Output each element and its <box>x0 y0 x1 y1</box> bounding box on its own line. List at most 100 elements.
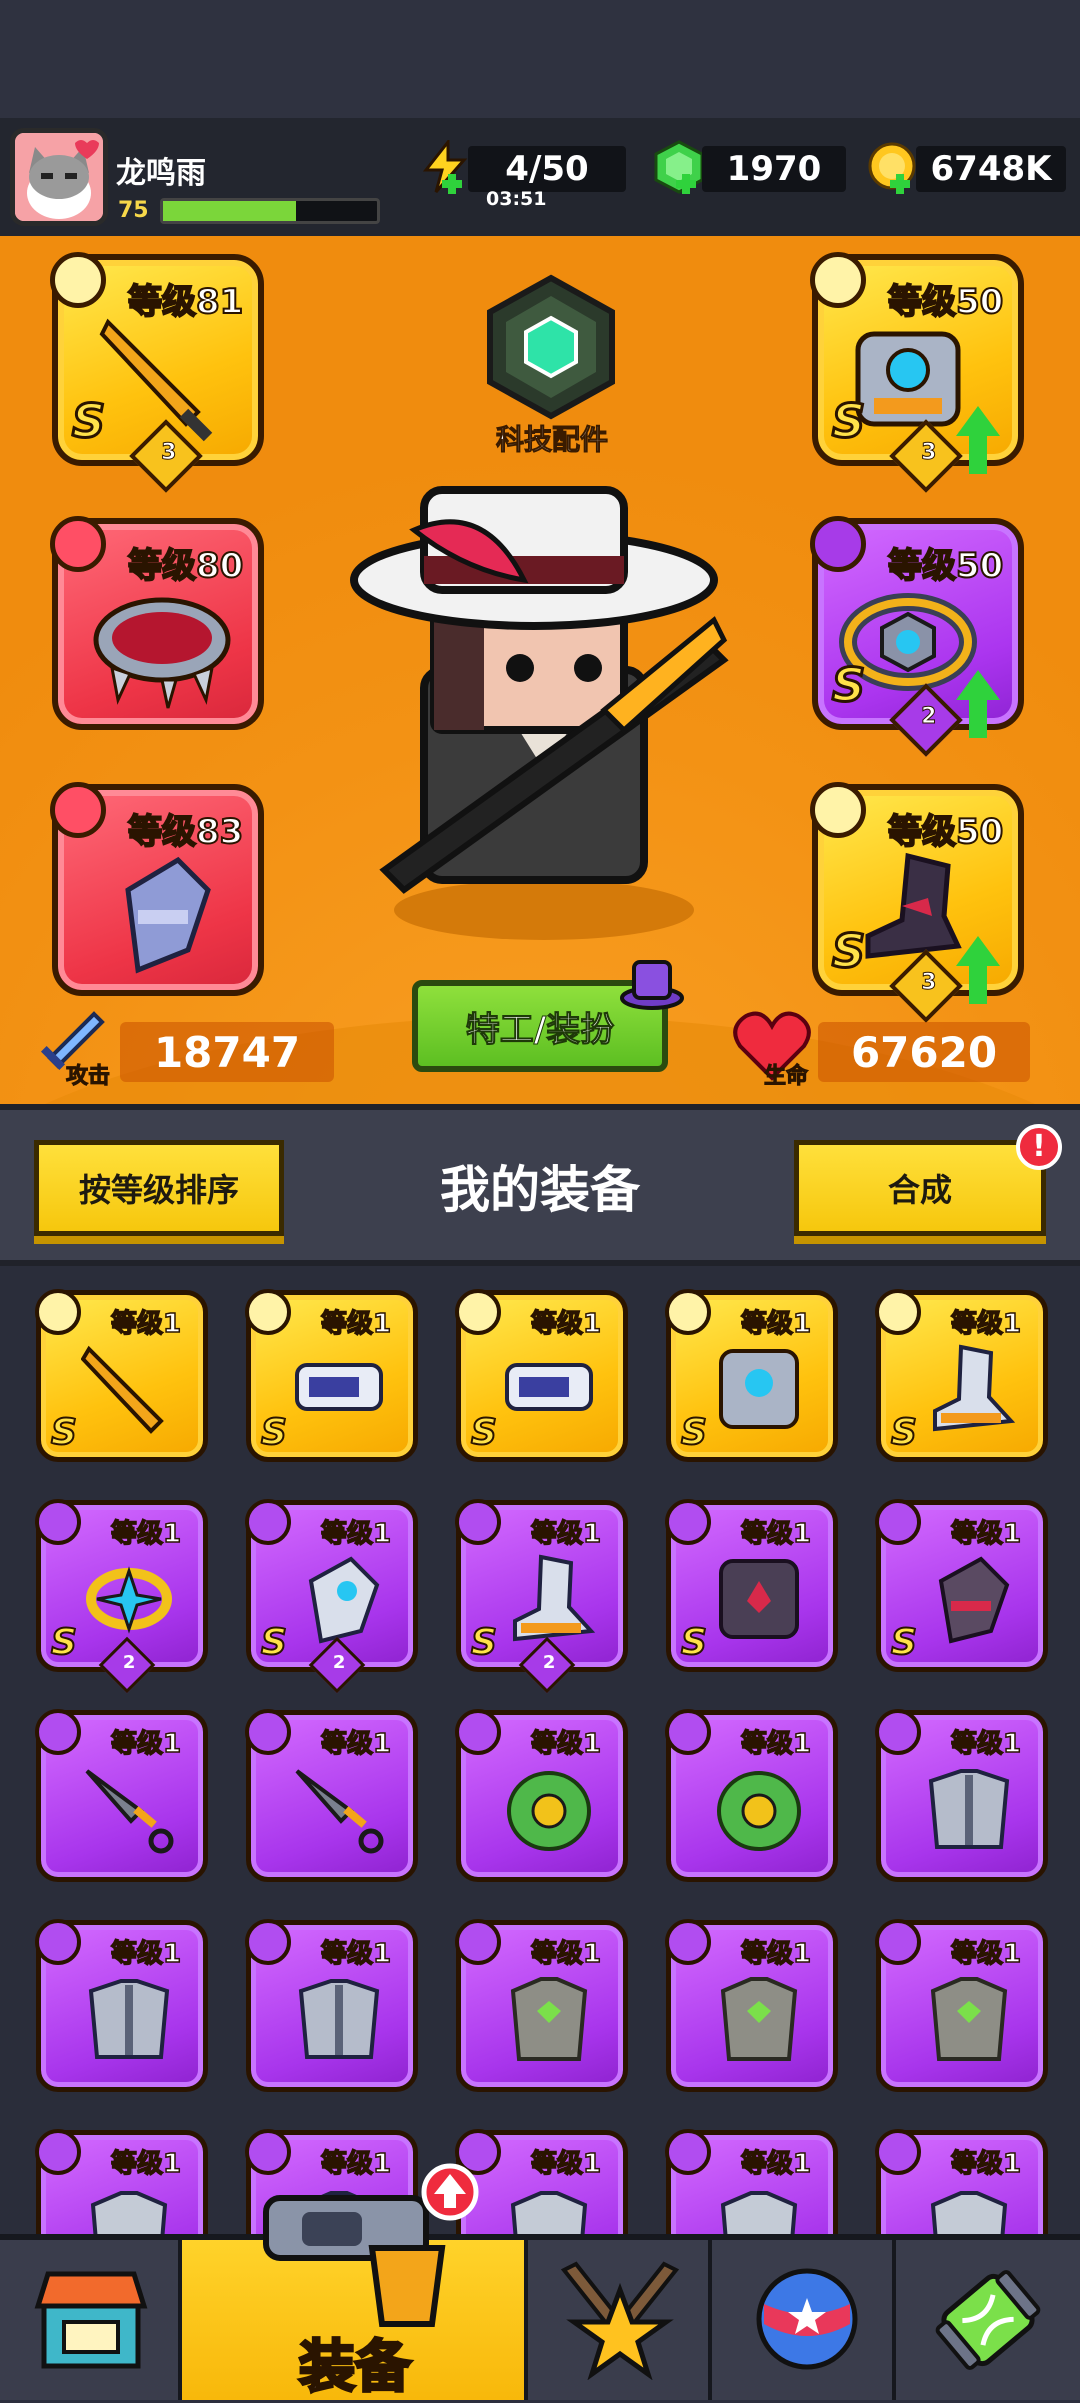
inventory-item[interactable]: 等级1 <box>35 1709 208 1882</box>
item-type-icon <box>35 2129 81 2175</box>
player-level: 75 <box>118 198 149 223</box>
inventory-item[interactable]: 等级1 <box>665 1919 838 2092</box>
inventory-item[interactable]: 等级1 S <box>665 1499 838 1672</box>
nav-tab-dna[interactable] <box>896 2240 1080 2400</box>
sort-by-level-button[interactable]: 按等级排序 <box>34 1140 284 1236</box>
energy-bolt-icon[interactable] <box>418 140 472 194</box>
boots-icon <box>933 1344 1016 1432</box>
stone-armor-icon <box>510 1977 588 2061</box>
item-level: 等级1 <box>530 2148 602 2180</box>
item-rank: S <box>680 1411 708 1454</box>
gem-value: 1970 <box>702 146 846 192</box>
item-type-icon <box>35 1919 81 1965</box>
my-equipment-title: 我的装备 <box>440 1161 640 1219</box>
inventory-item[interactable]: 等级1 <box>35 2129 208 2234</box>
gauntlet-icon <box>125 856 211 974</box>
tech-part-icon[interactable] <box>476 272 626 422</box>
player-name: 龙鸣雨 <box>116 156 206 191</box>
dark-armor-icon <box>719 1559 799 1639</box>
item-type-icon <box>665 1499 711 1545</box>
armor-icon <box>90 2191 168 2234</box>
equip-slot-boots[interactable]: 等级50 S 3 <box>810 782 1024 1023</box>
item-type-icon <box>665 1289 711 1335</box>
sword-icon <box>81 1345 164 1434</box>
item-type-icon <box>245 2129 291 2175</box>
item-level: 等级1 <box>740 1308 812 1340</box>
energy-timer: 03:51 <box>486 188 547 210</box>
inventory-item[interactable]: 等级1 S <box>875 1289 1048 1462</box>
slot-rank: S <box>830 923 866 980</box>
nav-tab-skills[interactable] <box>528 2240 712 2400</box>
robot-armor-icon <box>719 1349 799 1429</box>
item-type-icon <box>875 1289 921 1335</box>
item-type-icon <box>665 2129 711 2175</box>
gloves-type-icon <box>50 782 106 838</box>
item-type-icon <box>245 1919 291 1965</box>
merge-button[interactable]: 合成 <box>794 1140 1046 1236</box>
shop-icon <box>34 2271 148 2369</box>
item-level: 等级1 <box>530 1728 602 1760</box>
inventory-item[interactable]: 等级1 <box>35 1919 208 2092</box>
inventory-item[interactable]: 等级1 S 2 <box>35 1499 208 1694</box>
inventory-item[interactable]: 等级1 S 2 <box>245 1499 418 1694</box>
inventory-item[interactable]: 等级1 <box>875 2129 1048 2234</box>
attack-label: 攻击 <box>65 1064 111 1090</box>
item-level: 等级1 <box>950 1518 1022 1550</box>
tech-part-label: 科技配件 <box>495 423 608 457</box>
inventory-item[interactable]: 等级1 <box>245 1919 418 2092</box>
hp-label: 生命 <box>763 1064 809 1090</box>
equip-slot-gloves[interactable]: 等级83 <box>50 782 264 996</box>
xp-fill <box>163 201 296 221</box>
status-bar-area <box>0 0 1080 118</box>
item-type-icon <box>245 1289 291 1335</box>
equip-slot-necklace[interactable]: 等级80 <box>50 516 264 730</box>
gem-icon[interactable] <box>652 140 706 194</box>
inventory-item[interactable]: 等级1 <box>875 1919 1048 2092</box>
inventory-item[interactable]: 等级1 <box>665 1709 838 1882</box>
inventory-item[interactable]: 等级1 S <box>665 1289 838 1462</box>
inventory-item[interactable]: 等级1 <box>455 1709 628 1882</box>
nav-tab-ball[interactable] <box>712 2240 896 2400</box>
item-type-icon <box>35 1499 81 1545</box>
dark-gauntlet-icon <box>938 1556 1010 1644</box>
item-rank: S <box>260 1411 288 1454</box>
dna-capsule-icon <box>935 2270 1041 2370</box>
item-level: 等级1 <box>110 1938 182 1970</box>
item-type-icon <box>245 1499 291 1545</box>
inventory-item[interactable]: 等级1 <box>665 2129 838 2234</box>
ring-icon <box>86 1566 172 1634</box>
inventory-item[interactable]: 等级1 <box>875 1709 1048 1882</box>
upgrade-arrow-icon <box>956 936 1000 1004</box>
gold-value: 6748K <box>916 146 1066 192</box>
item-level: 等级1 <box>950 1728 1022 1760</box>
equip-slot-belt[interactable]: 等级50 S 2 <box>810 516 1024 757</box>
item-level: 等级1 <box>950 2148 1022 2180</box>
inventory-item[interactable]: 等级1 S <box>35 1289 208 1462</box>
equip-slot-weapon[interactable]: 等级81 S 3 <box>50 252 264 493</box>
armor-icon <box>720 2191 798 2234</box>
item-rank: S <box>890 1621 918 1664</box>
item-level: 等级1 <box>110 1308 182 1340</box>
equip-slot-armor[interactable]: 等级50 S 3 <box>810 252 1024 493</box>
inventory-item[interactable]: 等级1 S 2 <box>455 1499 628 1694</box>
player-avatar[interactable] <box>10 128 108 226</box>
item-type-icon <box>875 1919 921 1965</box>
gold-coin-icon[interactable] <box>866 140 920 194</box>
star-swords-icon <box>560 2261 680 2380</box>
item-rank: S <box>680 1621 708 1664</box>
item-rank: S <box>890 1411 918 1454</box>
inventory-item[interactable]: 等级1 <box>455 2129 628 2234</box>
item-level: 等级1 <box>740 1518 812 1550</box>
item-level: 等级1 <box>320 1938 392 1970</box>
inventory-item[interactable]: 等级1 <box>245 1709 418 1882</box>
inventory-item[interactable]: 等级1 S <box>875 1499 1048 1672</box>
stone-armor-icon <box>720 1977 798 2061</box>
item-level: 等级1 <box>950 1308 1022 1340</box>
inventory-item[interactable]: 等级1 S <box>455 1289 628 1462</box>
attack-value: 18747 <box>120 1022 334 1082</box>
nav-tab-shop[interactable] <box>0 2240 182 2400</box>
energy-value: 4/50 <box>468 146 626 192</box>
inventory-item[interactable]: 等级1 <box>455 1919 628 2092</box>
inventory-item[interactable]: 等级1 S <box>245 1289 418 1462</box>
kunai-icon <box>85 1769 174 1854</box>
